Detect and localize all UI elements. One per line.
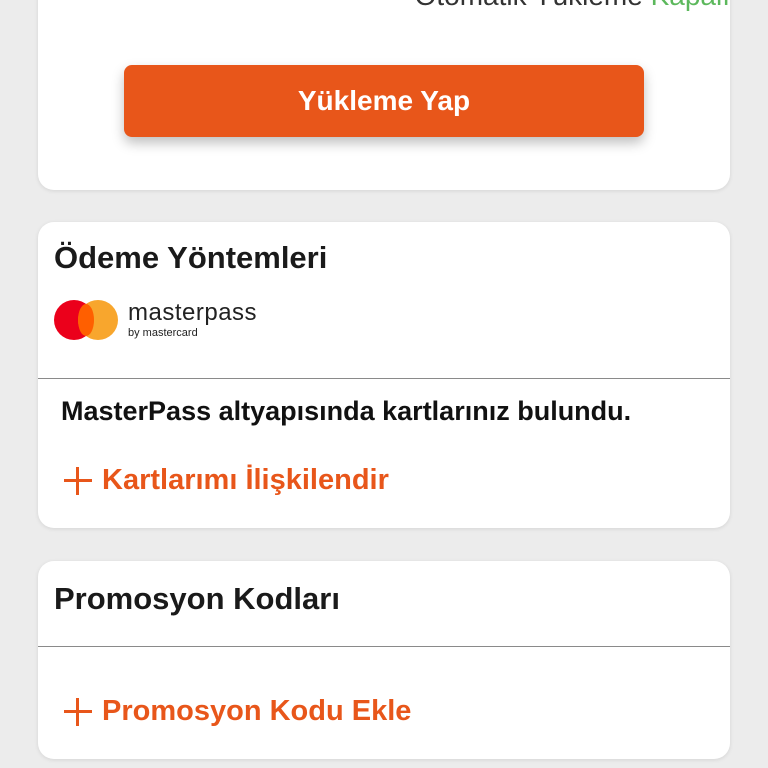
promo-codes-title: Promosyon Kodları [54, 581, 340, 616]
masterpass-wordmark: masterpass [128, 299, 258, 326]
add-promo-code-button[interactable]: Promosyon Kodu Ekle [64, 695, 411, 728]
add-promo-code-label: Promosyon Kodu Ekle [102, 695, 412, 727]
link-cards-label: Kartlarımı İlişkilendir [102, 464, 389, 496]
wallet-page: Otomatik Yükleme Kapalı Yükleme Yap Ödem… [0, 0, 768, 768]
plus-icon [64, 466, 92, 495]
balance-card: Otomatik Yükleme Kapalı Yükleme Yap [38, 0, 730, 190]
promo-codes-card: Promosyon Kodları Promosyon Kodu Ekle [38, 561, 730, 759]
payment-methods-title: Ödeme Yöntemleri [54, 240, 328, 275]
mastercard-logo-icon [54, 300, 118, 340]
plus-icon [64, 697, 92, 726]
auto-load-label: Otomatik Yükleme [415, 0, 643, 11]
divider [38, 378, 730, 379]
divider [38, 646, 730, 647]
masterpass-logo: masterpass by mastercard [54, 300, 257, 340]
topup-button[interactable]: Yükleme Yap [124, 65, 644, 137]
payment-methods-card: Ödeme Yöntemleri masterpass by mastercar… [38, 222, 730, 528]
auto-load-status-text: Otomatik Yükleme Kapalı [415, 0, 730, 12]
auto-load-status[interactable]: Kapalı [651, 0, 730, 11]
cards-found-message: MasterPass altyapısında kartlarınız bulu… [61, 396, 632, 426]
link-cards-button[interactable]: Kartlarımı İlişkilendir [64, 464, 389, 497]
masterpass-byline: by mastercard [128, 327, 198, 339]
